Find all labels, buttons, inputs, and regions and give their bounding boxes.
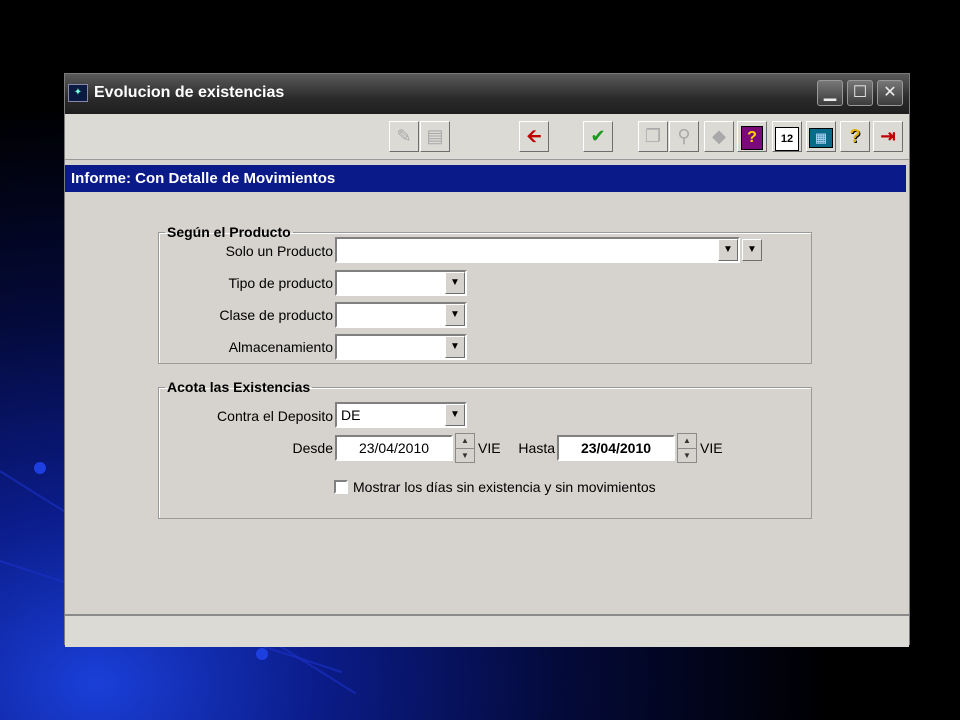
report-header: Informe: Con Detalle de Movimientos <box>65 165 906 192</box>
tag-icon: ◆ <box>712 126 726 146</box>
calculator-icon: ▦ <box>809 128 833 148</box>
solo-producto-field[interactable] <box>335 237 740 263</box>
spin-up-icon[interactable]: ▲ <box>456 434 474 449</box>
help-button[interactable]: ? <box>840 121 870 152</box>
desde-weekday: VIE <box>478 440 501 456</box>
accept-button[interactable]: ✔ <box>583 121 613 152</box>
check-icon: ✔ <box>590 126 606 146</box>
calculator-button[interactable]: ▦ <box>806 121 836 152</box>
producto-legend: Según el Producto <box>167 224 291 240</box>
spin-up-icon[interactable]: ▲ <box>678 434 696 449</box>
tipo-producto-dropdown-button[interactable]: ▼ <box>445 272 465 294</box>
almacenamiento-dropdown-button[interactable]: ▼ <box>445 336 465 358</box>
title-bar[interactable]: ✦ Evolucion de existencias ▁ ☐ ✕ <box>65 74 909 114</box>
tipo-producto-label: Tipo de producto <box>228 275 333 291</box>
chevron-down-icon: ▼ <box>723 244 733 255</box>
clase-producto-dropdown-button[interactable]: ▼ <box>445 304 465 326</box>
chevron-down-icon: ▼ <box>747 244 757 255</box>
desde-label: Desde <box>292 440 333 456</box>
exit-button[interactable]: ⇥ <box>873 121 903 152</box>
hasta-date-field[interactable]: 23/04/2010 <box>557 435 675 461</box>
edit-doc-icon: ✎ <box>396 126 412 146</box>
maximize-button[interactable]: ☐ <box>847 80 873 106</box>
chevron-down-icon: ▼ <box>450 409 460 420</box>
print-icon: ▤ <box>426 126 444 146</box>
spin-down-icon[interactable]: ▼ <box>456 449 474 463</box>
copy-button[interactable]: ❐ <box>638 121 668 152</box>
solo-producto-dropdown-button[interactable]: ▼ <box>718 239 738 261</box>
question-box-icon: ? <box>741 126 763 150</box>
numbers-grid-icon: 12 <box>775 127 799 151</box>
help-icon: ? <box>849 126 861 146</box>
deposito-label: Contra el Deposito <box>217 408 333 424</box>
desde-date-field[interactable]: 23/04/2010 <box>335 435 453 461</box>
desde-date-spinner[interactable]: ▲ ▼ <box>455 433 475 463</box>
hasta-weekday: VIE <box>700 440 723 456</box>
hasta-date-spinner[interactable]: ▲ ▼ <box>677 433 697 463</box>
hasta-label: Hasta <box>518 440 555 456</box>
almacenamiento-label: Almacenamiento <box>228 339 333 355</box>
edit-doc-button[interactable]: ✎ <box>389 121 419 152</box>
minimize-button[interactable]: ▁ <box>817 80 843 106</box>
tag-button[interactable]: ◆ <box>704 121 734 152</box>
back-arrow-icon: 🡨 <box>526 126 542 146</box>
copy-icon: ❐ <box>644 126 662 146</box>
solo-producto-label: Solo un Producto <box>225 243 333 259</box>
exit-door-icon: ⇥ <box>880 126 896 146</box>
back-button[interactable]: 🡨 <box>519 121 549 152</box>
query-button[interactable]: ? <box>737 121 767 152</box>
main-window: ✦ Evolucion de existencias ▁ ☐ ✕ ✎ ▤ 🡨 ✔… <box>64 73 910 647</box>
existencias-legend: Acota las Existencias <box>167 379 311 395</box>
deposito-dropdown-button[interactable]: ▼ <box>445 404 465 426</box>
numbers-button[interactable]: 12 <box>772 121 802 152</box>
toolbar: ✎ ▤ 🡨 ✔ ❐ ⚲ ◆ ? 12 ▦ ? ⇥ <box>65 114 909 160</box>
mostrar-dias-label[interactable]: Mostrar los días sin existencia y sin mo… <box>353 479 656 495</box>
mostrar-dias-checkbox[interactable] <box>334 480 348 494</box>
binoculars-icon: ⚲ <box>677 126 691 146</box>
close-button[interactable]: ✕ <box>877 80 903 106</box>
chevron-down-icon: ▼ <box>450 277 460 288</box>
window-title: Evolucion de existencias <box>94 84 285 101</box>
status-bar <box>65 614 909 647</box>
find-button[interactable]: ⚲ <box>669 121 699 152</box>
chevron-down-icon: ▼ <box>450 309 460 320</box>
spin-down-icon[interactable]: ▼ <box>678 449 696 463</box>
clase-producto-label: Clase de producto <box>219 307 333 323</box>
print-button[interactable]: ▤ <box>420 121 450 152</box>
chevron-down-icon: ▼ <box>450 341 460 352</box>
app-icon: ✦ <box>68 84 88 102</box>
solo-producto-extra-dropdown-button[interactable]: ▼ <box>742 239 762 261</box>
